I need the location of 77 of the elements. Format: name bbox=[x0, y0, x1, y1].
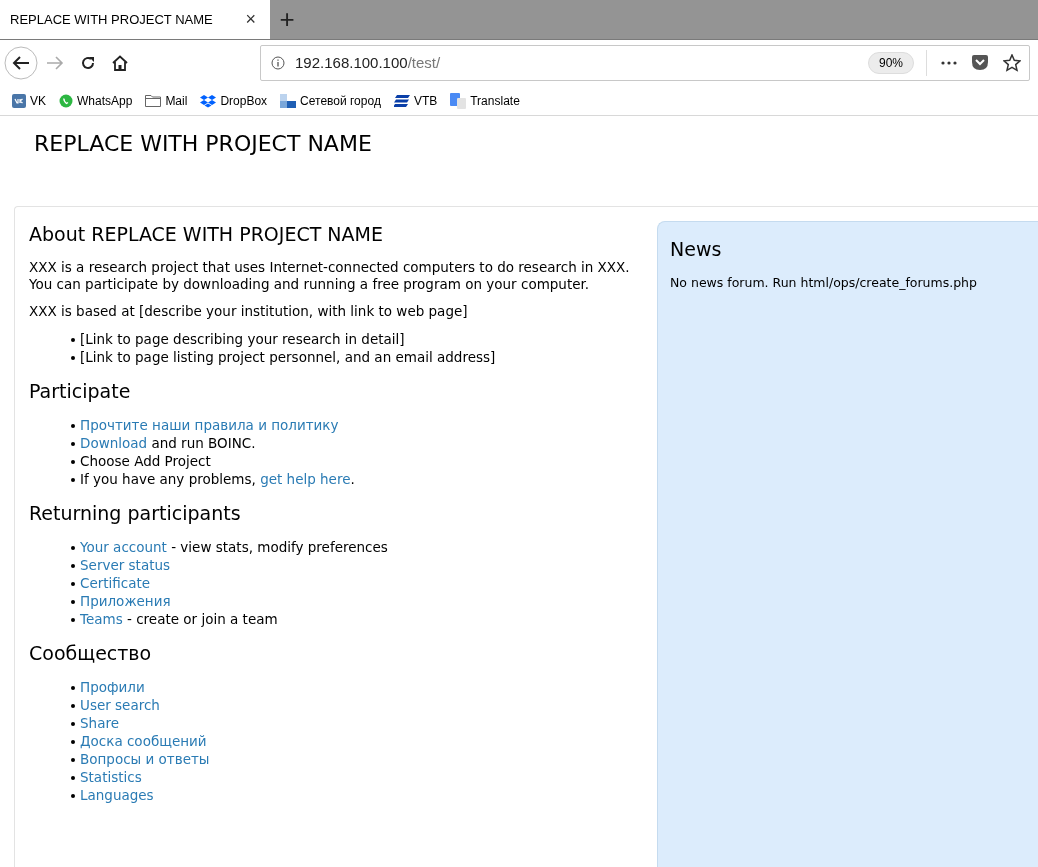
bullet-icon bbox=[71, 442, 75, 446]
bullet-icon bbox=[71, 564, 75, 568]
news-message: No news forum. Run html/ops/create_forums.php bbox=[670, 274, 978, 292]
link[interactable]: Download bbox=[80, 435, 148, 451]
list-item: [Link to page listing project personnel, and an email address] bbox=[80, 348, 496, 366]
bullet-icon bbox=[71, 478, 75, 482]
section-heading: Returning participants bbox=[29, 501, 242, 526]
link[interactable]: Вопросы и ответы bbox=[80, 750, 210, 768]
list-item: [Link to page describing your research in detail] bbox=[80, 330, 405, 348]
link[interactable]: Your account bbox=[80, 539, 167, 555]
link[interactable]: Statistics bbox=[80, 768, 142, 786]
bullet-icon bbox=[71, 794, 75, 798]
link[interactable]: get help here bbox=[260, 471, 351, 487]
section-heading: About REPLACE WITH PROJECT NAME bbox=[29, 222, 384, 247]
link[interactable]: Server status bbox=[80, 556, 171, 574]
bullet-icon bbox=[71, 722, 75, 726]
list-item: Choose Add Project bbox=[80, 452, 211, 470]
bullet-icon bbox=[71, 758, 75, 762]
vk-logo-icon bbox=[12, 93, 26, 108]
bookmark-item[interactable]: WhatsApp bbox=[59, 91, 133, 110]
bullet-icon bbox=[71, 338, 75, 342]
bullet-icon bbox=[71, 618, 75, 622]
bookmark-item[interactable]: DropBox bbox=[200, 91, 268, 110]
link[interactable]: Teams bbox=[80, 611, 123, 627]
link[interactable]: Прочтите наши правила и политику bbox=[80, 416, 339, 434]
folder-icon bbox=[145, 94, 162, 107]
paragraph: XXX is based at [describe your institution, with link to web page] bbox=[29, 303, 469, 320]
url-text: 192.168.100.100/test/ bbox=[295, 52, 442, 73]
bullet-icon bbox=[71, 600, 75, 604]
bullet-icon bbox=[71, 704, 75, 708]
link[interactable]: Приложения bbox=[80, 592, 171, 610]
link[interactable]: User search bbox=[80, 696, 160, 714]
star-icon[interactable] bbox=[1003, 54, 1021, 72]
bullet-icon bbox=[71, 740, 75, 744]
page-title: REPLACE WITH PROJECT NAME bbox=[34, 130, 373, 158]
new-tab-button[interactable]: + bbox=[270, 0, 304, 39]
link[interactable]: Доска сообщений bbox=[80, 732, 207, 750]
back-button[interactable] bbox=[4, 46, 38, 80]
bullet-icon bbox=[71, 582, 75, 586]
home-button[interactable] bbox=[112, 55, 128, 71]
address-bar[interactable]: 192.168.100.100/test/ 90% bbox=[260, 45, 1030, 81]
link[interactable]: Share bbox=[80, 714, 119, 732]
dropbox-icon bbox=[200, 93, 217, 108]
squares-icon bbox=[280, 93, 297, 108]
close-tab-button[interactable]: × bbox=[245, 6, 256, 33]
paragraph: XXX is a research project that uses Internet-connected computers to do research in XXX. You can participate by downloading and running a free program on your computer. bbox=[29, 259, 631, 293]
link[interactable]: Languages bbox=[80, 786, 154, 804]
bullet-icon bbox=[71, 460, 75, 464]
tab-title: REPLACE WITH PROJECT NAME bbox=[10, 10, 214, 29]
bookmark-item[interactable]: VK bbox=[12, 91, 46, 110]
stripes-icon bbox=[393, 94, 410, 107]
translate-icon bbox=[450, 92, 467, 109]
bookmark-item[interactable]: Mail bbox=[145, 91, 188, 110]
bullet-icon bbox=[71, 686, 75, 690]
section-heading: Participate bbox=[29, 379, 132, 404]
list-item: Download and run BOINC. bbox=[80, 434, 256, 452]
bookmark-item[interactable]: VTB bbox=[393, 91, 438, 110]
news-heading: News bbox=[670, 237, 723, 262]
chat-bubble-icon bbox=[59, 93, 73, 108]
link[interactable]: Certificate bbox=[80, 574, 151, 592]
bookmark-item[interactable]: Translate bbox=[450, 91, 520, 110]
reload-button[interactable] bbox=[80, 55, 96, 71]
bullet-icon bbox=[71, 776, 75, 780]
more-icon[interactable] bbox=[941, 61, 957, 65]
list-item: Teams - create or join a team bbox=[80, 610, 278, 628]
bullet-icon bbox=[71, 424, 75, 428]
bookmark-item[interactable]: Сетевой город bbox=[280, 91, 381, 110]
list-item: If you have any problems, get help here. bbox=[80, 470, 355, 488]
bullet-icon bbox=[71, 356, 75, 360]
browser-tab[interactable]: REPLACE WITH PROJECT NAME × bbox=[0, 0, 270, 39]
pocket-icon[interactable] bbox=[971, 55, 989, 71]
link[interactable]: Профили bbox=[80, 678, 145, 696]
section-heading: Сообщество bbox=[29, 641, 153, 666]
bullet-icon bbox=[71, 546, 75, 550]
info-icon[interactable] bbox=[271, 56, 285, 70]
list-item: Your account - view stats, modify preferences bbox=[80, 538, 388, 556]
zoom-badge[interactable]: 90% bbox=[867, 52, 914, 74]
